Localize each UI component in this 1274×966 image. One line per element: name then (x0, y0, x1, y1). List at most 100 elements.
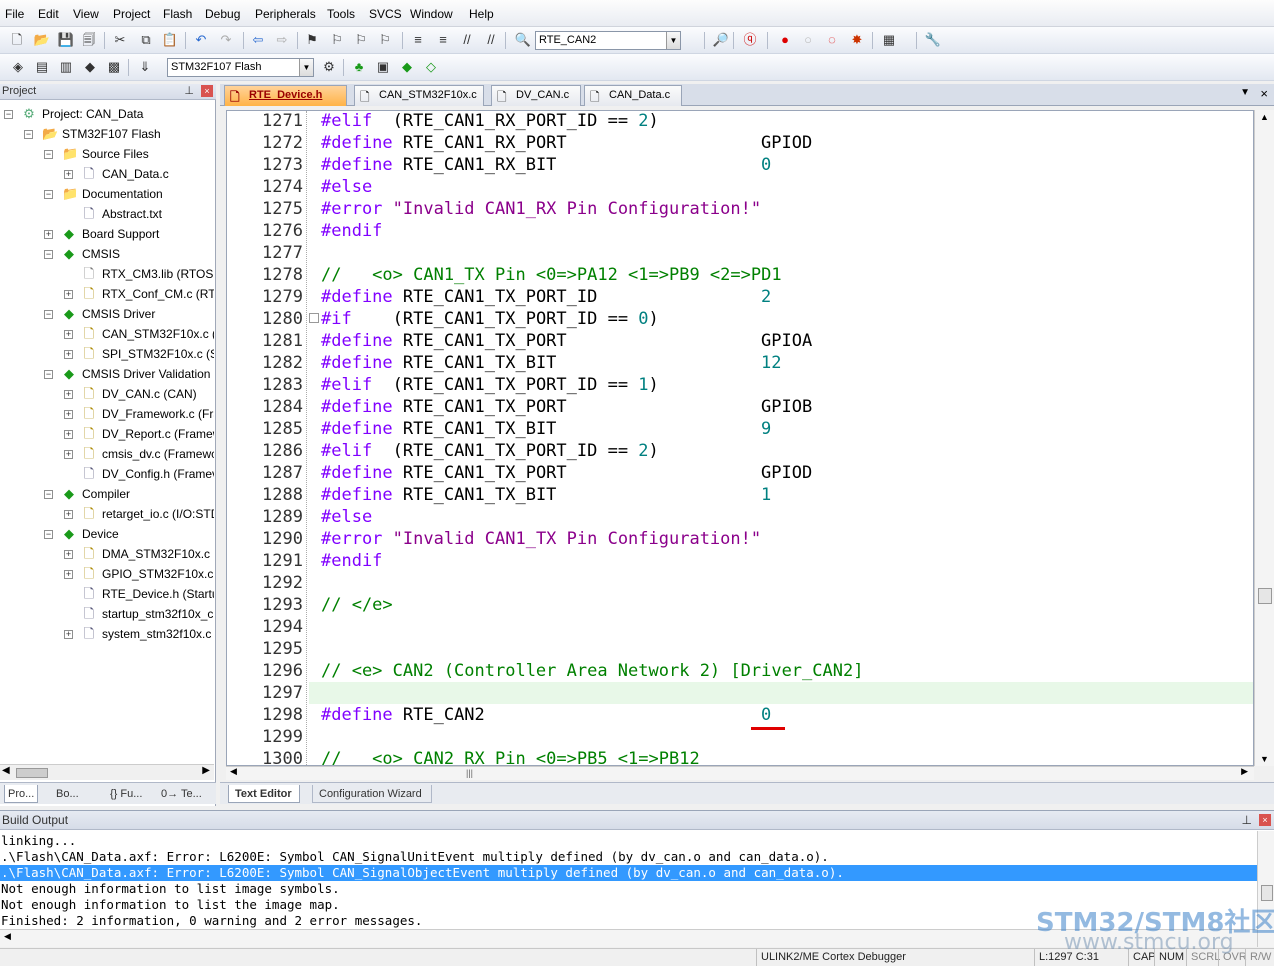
collapse-icon[interactable]: − (44, 370, 53, 379)
translate-icon[interactable]: ◈ (9, 58, 27, 76)
tree-item[interactable]: + 🗋 CAN_Data.c (0, 164, 214, 184)
close-icon[interactable]: × (201, 85, 213, 97)
expand-icon[interactable]: + (64, 410, 73, 419)
menu-project[interactable]: Project (113, 7, 150, 21)
kill-all-icon[interactable]: ✸ (848, 31, 866, 49)
menu-debug[interactable]: Debug (205, 7, 240, 21)
expand-icon[interactable]: + (64, 430, 73, 439)
code-macro-value[interactable]: GPIOD (761, 462, 812, 484)
undo-icon[interactable]: ↶ (192, 31, 210, 49)
code-line[interactable]: #define RTE_CAN1_TX_PORT_ID (321, 286, 597, 308)
menu-view[interactable]: View (73, 7, 99, 21)
menu-flash[interactable]: Flash (163, 7, 192, 21)
manage-components-icon[interactable]: ♣ (350, 58, 368, 76)
build-output-line[interactable]: linking... (0, 833, 1258, 849)
tree-item[interactable]: 🗋 RTE_Device.h (Startup (0, 584, 214, 604)
code-editor[interactable]: 1271 1272 1273 1274 1275 1276 1277 1278 1279 1280… (226, 110, 1254, 766)
collapse-icon[interactable]: − (44, 530, 53, 539)
tab-rte-device-h[interactable]: 🗋 RTE_Device.h (224, 85, 347, 106)
tab-dv-can-c[interactable]: 🗋 DV_CAN.c (491, 85, 581, 106)
editor-vscroll[interactable]: ▲ ▼ (1254, 110, 1274, 766)
panel-tab-2[interactable]: {} Fu... (110, 785, 142, 803)
tree-item[interactable]: + 🗋 RTX_Conf_CM.c (RTC (0, 284, 214, 304)
tree-item[interactable]: + 🗋 GPIO_STM32F10x.c (C (0, 564, 214, 584)
disable-breakpoint-icon[interactable]: ○ (799, 31, 817, 49)
code-macro-value[interactable]: 9 (761, 418, 771, 440)
expand-icon[interactable]: + (44, 230, 53, 239)
code-line[interactable]: #elif (RTE_CAN1_TX_PORT_ID == 2) (321, 440, 659, 462)
batch-build-icon[interactable]: ◆ (81, 58, 99, 76)
editor-hscroll[interactable]: ◀ ||| ▶ (226, 766, 1254, 780)
tab-list-icon[interactable]: ▼ (1240, 87, 1250, 98)
code-line[interactable]: #endif (321, 220, 382, 242)
tree-item[interactable]: − ◆ CMSIS (0, 244, 214, 264)
open-icon[interactable]: 📂 (33, 31, 51, 49)
debug-start-icon[interactable]: ⓠ (741, 31, 759, 49)
code-macro-value[interactable]: GPIOD (761, 132, 812, 154)
tree-item[interactable]: − ◆ CMSIS Driver Validation (0, 364, 214, 384)
unindent-icon[interactable]: ≡ (434, 31, 452, 49)
scroll-thumb[interactable] (1258, 588, 1272, 604)
copy-icon[interactable]: ⧉ (137, 31, 155, 49)
prev-bookmark-icon[interactable]: ⚐ (328, 31, 346, 49)
scroll-left-icon[interactable]: ◀ (230, 766, 237, 777)
build-output-line[interactable]: .\Flash\CAN_Data.axf: Error: L6200E: Sym… (0, 849, 1258, 865)
code-macro-value[interactable]: 0 (761, 704, 771, 726)
save-icon[interactable]: 💾 (57, 31, 75, 49)
scroll-thumb[interactable] (16, 768, 48, 778)
back-icon[interactable]: ⇦ (249, 31, 267, 49)
chevron-down-icon[interactable]: ▼ (666, 32, 680, 49)
indent-icon[interactable]: ≡ (409, 31, 427, 49)
collapse-icon[interactable]: − (44, 190, 53, 199)
scroll-thumb[interactable] (1261, 885, 1273, 901)
target-combo[interactable]: STM32F107 Flash ▼ (167, 58, 314, 77)
menu-file[interactable]: File (5, 7, 24, 21)
tree-item[interactable]: + 🗋 cmsis_dv.c (Framewc (0, 444, 214, 464)
code-line[interactable]: #define RTE_CAN1_TX_BIT (321, 484, 556, 506)
tree-item[interactable]: + 🗋 CAN_STM32F10x.c (C (0, 324, 214, 344)
code-line[interactable]: // <o> CAN2_RX Pin <0=>PB5 <1=>PB12 (321, 748, 700, 765)
code-line[interactable]: #else (321, 506, 372, 528)
scroll-down-icon[interactable]: ▼ (1260, 754, 1269, 764)
code-line[interactable]: #define RTE_CAN1_RX_PORT (321, 132, 567, 154)
expand-icon[interactable]: + (64, 450, 73, 459)
find-icon[interactable]: 🔎 (712, 31, 730, 49)
tree-item[interactable]: + 🗋 DV_Framework.c (Fra (0, 404, 214, 424)
breakpoint-icon[interactable]: ● (776, 31, 794, 49)
tree-item[interactable]: 🗋 Abstract.txt (0, 204, 214, 224)
pack-installer-icon[interactable]: ▣ (374, 58, 392, 76)
menu-peripherals[interactable]: Peripherals (255, 7, 316, 21)
expand-icon[interactable]: + (64, 330, 73, 339)
pin-icon[interactable]: ⊥ (184, 84, 194, 99)
new-file-icon[interactable]: 🗋 (8, 31, 26, 49)
tree-item[interactable]: − ⚙ Project: CAN_Data (0, 104, 214, 124)
close-icon[interactable]: × (1259, 814, 1271, 826)
code-macro-value[interactable]: 0 (761, 154, 771, 176)
build-icon[interactable]: ▤ (33, 58, 51, 76)
panel-tab-1[interactable]: Bo... (56, 785, 79, 803)
expand-icon[interactable]: + (64, 390, 73, 399)
code-line[interactable]: // <e> CAN2 (Controller Area Network 2) … (321, 660, 863, 682)
cut-icon[interactable]: ✂ (111, 31, 129, 49)
bookmark-icon[interactable]: ⚑ (303, 31, 321, 49)
expand-icon[interactable]: + (64, 170, 73, 179)
collapse-icon[interactable]: − (44, 310, 53, 319)
expand-icon[interactable]: + (64, 510, 73, 519)
code-line[interactable]: // </e> (321, 594, 393, 616)
code-macro-value[interactable]: 1 (761, 484, 771, 506)
code-line[interactable]: #define RTE_CAN1_RX_BIT (321, 154, 556, 176)
tree-item[interactable]: + 🗋 DV_CAN.c (CAN) (0, 384, 214, 404)
code-macro-value[interactable]: GPIOA (761, 330, 812, 352)
build-output-line[interactable]: .\Flash\CAN_Data.axf: Error: L6200E: Sym… (0, 865, 1258, 881)
project-hscroll[interactable]: ◀ ▶ (0, 764, 214, 780)
tree-item[interactable]: − 📁 Source Files (0, 144, 214, 164)
menu-window[interactable]: Window (410, 7, 453, 21)
tree-item[interactable]: + ◆ Board Support (0, 224, 214, 244)
code-line[interactable]: #error "Invalid CAN1_TX Pin Configuratio… (321, 528, 761, 550)
menu-svcs[interactable]: SVCS (369, 7, 402, 21)
select-packs-icon[interactable]: ◆ (398, 58, 416, 76)
tree-item[interactable]: − ◆ CMSIS Driver (0, 304, 214, 324)
code-macro-value[interactable]: 2 (761, 286, 771, 308)
rte-icon[interactable]: ◇ (422, 58, 440, 76)
code-line[interactable]: #endif (321, 550, 382, 572)
